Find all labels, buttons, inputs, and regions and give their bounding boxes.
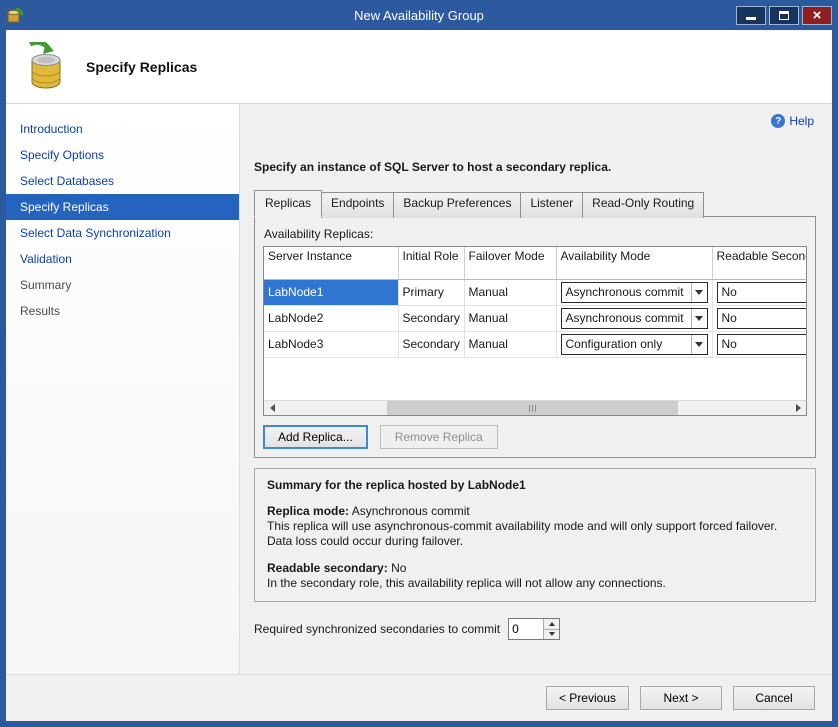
spinner-up-button[interactable] bbox=[544, 619, 559, 629]
cell-server-instance[interactable]: LabNode1 bbox=[264, 279, 398, 305]
chevron-down-icon bbox=[691, 283, 707, 302]
cell-availability-mode: Configuration only bbox=[556, 331, 712, 357]
summary-title: Summary for the replica hosted by LabNod… bbox=[267, 478, 803, 492]
tab-backup-preferences[interactable]: Backup Preferences bbox=[393, 192, 521, 218]
cancel-button[interactable]: Cancel bbox=[733, 686, 815, 710]
tab-strip: Replicas Endpoints Backup Preferences Li… bbox=[254, 190, 816, 216]
help-icon: ? bbox=[771, 114, 785, 128]
sidebar-item-select-data-synchronization[interactable]: Select Data Synchronization bbox=[6, 220, 239, 246]
tab-endpoints[interactable]: Endpoints bbox=[321, 192, 394, 218]
instruction-text: Specify an instance of SQL Server to hos… bbox=[254, 160, 816, 174]
replicas-tab-panel: Availability Replicas: Server Instance I… bbox=[254, 216, 816, 458]
readable-secondary-select[interactable]: No bbox=[717, 308, 808, 329]
cell-initial-role: Primary bbox=[398, 279, 464, 305]
titlebar: New Availability Group × bbox=[0, 0, 838, 30]
cell-readable-secondary: No bbox=[712, 331, 807, 357]
cell-failover-mode: Manual bbox=[464, 305, 556, 331]
column-readable-secondary: Readable Secondary bbox=[712, 247, 807, 279]
grid-header-row: Server Instance Initial Role Failover Mo… bbox=[264, 247, 807, 279]
cell-initial-role: Secondary bbox=[398, 305, 464, 331]
column-server-instance: Server Instance bbox=[264, 247, 398, 279]
availability-mode-select[interactable]: Configuration only bbox=[561, 334, 708, 355]
maximize-icon bbox=[779, 11, 789, 20]
sidebar-item-summary: Summary bbox=[6, 272, 239, 298]
tab-replicas[interactable]: Replicas bbox=[254, 190, 322, 217]
required-secondaries-label: Required synchronized secondaries to com… bbox=[254, 622, 500, 636]
spinner-down-button[interactable] bbox=[544, 629, 559, 640]
cell-server-instance[interactable]: LabNode2 bbox=[264, 305, 398, 331]
cell-failover-mode: Manual bbox=[464, 279, 556, 305]
availability-mode-select[interactable]: Asynchronous commit bbox=[561, 308, 708, 329]
table-row[interactable]: LabNode3 Secondary Manual Configuration … bbox=[264, 331, 807, 357]
column-failover-mode: Failover Mode bbox=[464, 247, 556, 279]
readable-secondary-select[interactable]: No bbox=[717, 282, 808, 303]
readable-secondary-description: In the secondary role, this availability… bbox=[267, 576, 803, 591]
chevron-down-icon bbox=[691, 335, 707, 354]
cell-readable-secondary: No bbox=[712, 305, 807, 331]
scroll-left-icon bbox=[270, 404, 275, 412]
availability-replicas-label: Availability Replicas: bbox=[264, 227, 807, 241]
wizard-header: Specify Replicas bbox=[6, 30, 832, 104]
sidebar-item-specify-options[interactable]: Specify Options bbox=[6, 142, 239, 168]
cell-server-instance[interactable]: LabNode3 bbox=[264, 331, 398, 357]
scroll-left-button[interactable] bbox=[264, 401, 280, 415]
column-availability-mode: Availability Mode bbox=[556, 247, 712, 279]
chevron-up-icon bbox=[549, 622, 555, 626]
sidebar-item-validation[interactable]: Validation bbox=[6, 246, 239, 272]
readable-secondary-value: No bbox=[391, 561, 406, 575]
page-title: Specify Replicas bbox=[86, 59, 197, 75]
scroll-right-icon bbox=[796, 404, 801, 412]
scroll-right-button[interactable] bbox=[790, 401, 806, 415]
scrollbar-track[interactable] bbox=[280, 401, 790, 415]
window-title: New Availability Group bbox=[0, 8, 838, 23]
replica-summary-panel: Summary for the replica hosted by LabNod… bbox=[254, 468, 816, 602]
app-icon bbox=[6, 6, 24, 24]
wizard-steps-sidebar: Introduction Specify Options Select Data… bbox=[6, 104, 240, 674]
replicas-grid: Server Instance Initial Role Failover Mo… bbox=[263, 246, 807, 416]
minimize-button[interactable] bbox=[736, 6, 766, 25]
minimize-icon bbox=[746, 17, 756, 20]
availability-group-icon bbox=[22, 42, 68, 92]
wizard-footer: < Previous Next > Cancel bbox=[6, 674, 832, 721]
cell-initial-role: Secondary bbox=[398, 331, 464, 357]
column-initial-role: Initial Role bbox=[398, 247, 464, 279]
sidebar-item-introduction[interactable]: Introduction bbox=[6, 116, 239, 142]
cell-availability-mode: Asynchronous commit bbox=[556, 305, 712, 331]
cell-failover-mode: Manual bbox=[464, 331, 556, 357]
sidebar-item-select-databases[interactable]: Select Databases bbox=[6, 168, 239, 194]
table-row[interactable]: LabNode1 Primary Manual Asynchronous com… bbox=[264, 279, 807, 305]
horizontal-scrollbar[interactable] bbox=[264, 400, 806, 415]
help-label: Help bbox=[789, 114, 814, 128]
replica-mode-label: Replica mode: bbox=[267, 504, 349, 518]
previous-button[interactable]: < Previous bbox=[546, 686, 629, 710]
table-row[interactable]: LabNode2 Secondary Manual Asynchronous c… bbox=[264, 305, 807, 331]
tab-read-only-routing[interactable]: Read-Only Routing bbox=[582, 192, 704, 218]
required-secondaries-input[interactable] bbox=[509, 619, 543, 639]
sidebar-item-results: Results bbox=[6, 298, 239, 324]
readable-secondary-select[interactable]: No bbox=[717, 334, 808, 355]
tab-listener[interactable]: Listener bbox=[520, 192, 583, 218]
scrollbar-thumb[interactable] bbox=[387, 401, 678, 415]
cell-availability-mode: Asynchronous commit bbox=[556, 279, 712, 305]
next-button[interactable]: Next > bbox=[640, 686, 722, 710]
new-availability-group-window: New Availability Group × Specify Replica… bbox=[0, 0, 838, 727]
cell-readable-secondary: No bbox=[712, 279, 807, 305]
required-secondaries-stepper bbox=[508, 618, 560, 640]
help-link[interactable]: ? Help bbox=[771, 114, 814, 128]
readable-secondary-label: Readable secondary: bbox=[267, 561, 388, 575]
replica-mode-description: This replica will use asynchronous-commi… bbox=[267, 519, 803, 549]
sidebar-item-specify-replicas[interactable]: Specify Replicas bbox=[6, 194, 239, 220]
chevron-down-icon bbox=[549, 632, 555, 636]
chevron-down-icon bbox=[691, 309, 707, 328]
close-button[interactable]: × bbox=[802, 6, 832, 25]
main-panel: ? Help Specify an instance of SQL Server… bbox=[240, 104, 832, 674]
replica-mode-value: Asynchronous commit bbox=[352, 504, 470, 518]
close-icon: × bbox=[813, 8, 822, 23]
add-replica-button[interactable]: Add Replica... bbox=[263, 425, 368, 449]
availability-mode-select[interactable]: Asynchronous commit bbox=[561, 282, 708, 303]
maximize-button[interactable] bbox=[769, 6, 799, 25]
remove-replica-button: Remove Replica bbox=[380, 425, 498, 449]
